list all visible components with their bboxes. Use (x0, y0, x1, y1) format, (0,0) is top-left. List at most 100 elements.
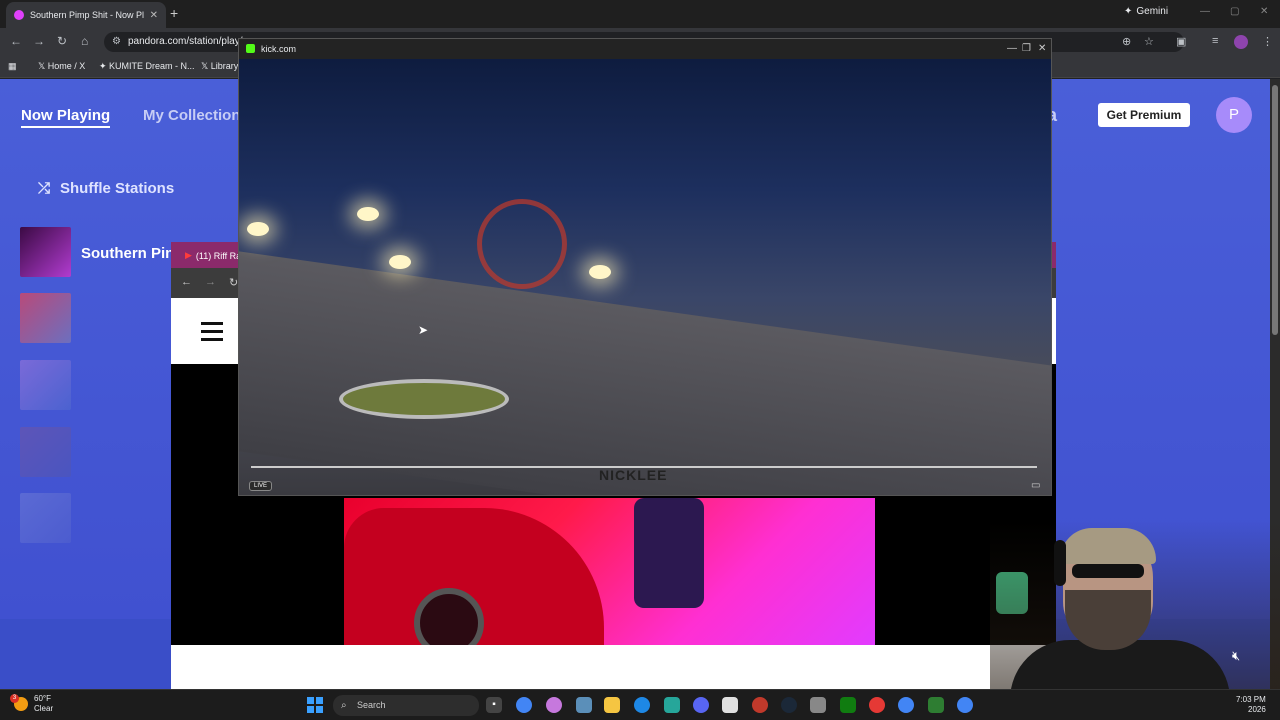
video-frame-person (634, 498, 704, 608)
shuffle-stations-label: Shuffle Stations (60, 180, 175, 197)
file-explorer-icon[interactable] (604, 697, 620, 713)
streamer-cap (1060, 528, 1156, 564)
nav-now-playing[interactable]: Now Playing (21, 107, 111, 128)
new-tab-button[interactable]: + (170, 5, 178, 21)
gemini-label: Gemini (1136, 6, 1169, 17)
station-thumbnail[interactable] (20, 227, 71, 277)
kick-stream-video[interactable]: ➤ NICKLEE LIVE ▭ (239, 59, 1051, 495)
weather-badge: 3 (10, 694, 19, 703)
youtube-below-video (171, 645, 1056, 689)
snipping-tool-icon[interactable] (722, 697, 738, 713)
maximize-icon[interactable]: ▢ (1230, 6, 1239, 17)
bookmark-x-home[interactable]: 𝕏 Home / X (38, 61, 85, 72)
hamburger-menu-icon[interactable] (201, 322, 223, 341)
url-text: pandora.com/station/play/ (128, 36, 243, 47)
media-icon[interactable]: ≡ (1212, 35, 1218, 47)
nav-my-collection[interactable]: My Collection (143, 107, 241, 124)
kick-title: kick.com (261, 44, 297, 54)
station-thumbnail[interactable] (20, 493, 71, 543)
browser-tab-bar: Southern Pimp Shit - Now Playi ✕ + ✦ Gem… (0, 0, 1280, 28)
search-icon: ⌕ (341, 700, 347, 711)
forward-arrow-icon[interactable]: → (33, 34, 45, 48)
notepad-icon[interactable] (664, 697, 680, 713)
taskbar-clock[interactable]: 7:03 PM 2026 (1236, 695, 1266, 715)
app-icon[interactable] (576, 697, 592, 713)
reload-icon[interactable]: ↻ (229, 276, 238, 289)
close-window-icon[interactable]: ✕ (1260, 6, 1268, 17)
taskbar-search[interactable]: ⌕ Search (333, 695, 479, 716)
station-name[interactable]: Southern Pin (81, 245, 174, 262)
get-premium-button[interactable]: Get Premium (1098, 103, 1190, 127)
scrollbar-thumb[interactable] (1272, 85, 1278, 335)
video-sculpture (477, 199, 567, 289)
home-icon[interactable]: ⌂ (81, 34, 88, 48)
video-road (239, 248, 1051, 495)
chrome-icon[interactable] (957, 697, 973, 713)
task-view-icon[interactable]: ▪ (486, 697, 502, 713)
copilot-icon[interactable] (546, 697, 562, 713)
youtube-icon: ▶ (185, 250, 192, 260)
chrome-icon[interactable] (516, 697, 532, 713)
app-icon[interactable] (869, 697, 885, 713)
station-thumbnail[interactable] (20, 427, 71, 477)
discord-icon[interactable] (693, 697, 709, 713)
back-arrow-icon[interactable]: ← (10, 34, 22, 48)
windows-icon[interactable] (307, 697, 323, 713)
live-badge: LIVE (249, 481, 273, 491)
close-icon[interactable]: ✕ (1038, 43, 1046, 54)
minimize-icon[interactable]: — (1007, 43, 1017, 54)
video-lamp (357, 207, 379, 221)
star-icon[interactable]: ☆ (1144, 35, 1154, 48)
kick-popup-window: kick.com — ❐ ✕ ➤ NICKLEE LIVE ▭ (238, 38, 1052, 496)
theater-mode-icon[interactable]: ▭ (1031, 480, 1040, 491)
terminal-icon[interactable] (928, 697, 944, 713)
edge-icon[interactable] (634, 697, 650, 713)
forward-arrow-icon[interactable]: → (205, 276, 216, 288)
sparkle-icon: ✦ (1124, 6, 1133, 17)
back-arrow-icon[interactable]: ← (181, 276, 192, 288)
tab-title: Southern Pimp Shit - Now Playi (30, 10, 144, 20)
weather-temperature: 60°F (34, 694, 51, 703)
video-lamp (589, 265, 611, 279)
streamer-sunglasses (1072, 564, 1144, 578)
bookmark-library[interactable]: 𝕏 Library (201, 61, 238, 72)
extensions-icon[interactable]: ▣ (1176, 35, 1186, 48)
streamer-headset (1054, 540, 1066, 586)
youtube-tab-title: (11) Riff Ra (195, 250, 242, 261)
shuffle-stations-button[interactable]: ⤮ Shuffle Stations (38, 180, 174, 197)
profile-avatar[interactable] (1234, 35, 1248, 49)
site-info-icon[interactable]: ⚙ (112, 32, 121, 52)
video-lamp (389, 255, 411, 269)
app-icon[interactable] (752, 697, 768, 713)
video-lamp (247, 222, 269, 236)
clock-time: 7:03 PM (1236, 695, 1266, 704)
kick-title-bar: kick.com — ❐ ✕ (239, 39, 1051, 59)
zoom-icon[interactable]: ⊕ (1122, 35, 1131, 48)
station-thumbnail[interactable] (20, 293, 71, 343)
youtube-video-player[interactable] (344, 498, 875, 645)
minimize-icon[interactable]: — (1200, 6, 1210, 17)
pandora-favicon-icon (14, 10, 24, 20)
tab-pandora[interactable]: Southern Pimp Shit - Now Playi ✕ (6, 2, 166, 28)
search-placeholder: Search (357, 700, 386, 710)
close-tab-icon[interactable]: ✕ (150, 10, 158, 21)
maximize-icon[interactable]: ❐ (1022, 43, 1031, 54)
video-island (339, 379, 509, 419)
weather-widget[interactable]: 3 60°F Clear (10, 694, 53, 714)
reload-icon[interactable]: ↻ (57, 34, 67, 48)
xbox-icon[interactable] (840, 697, 856, 713)
mute-icon[interactable]: 🔇︎ (1232, 648, 1240, 664)
steam-icon[interactable] (781, 697, 797, 713)
kick-logo-icon (246, 44, 255, 53)
gemini-button[interactable]: ✦ Gemini (1124, 6, 1168, 17)
windows-taskbar: 3 60°F Clear ⌕ Search ▪ 7:03 PM 2026 (0, 689, 1280, 720)
clock-date: 2026 (1248, 705, 1266, 714)
chrome-icon[interactable] (898, 697, 914, 713)
apps-grid-icon[interactable]: ▦ (8, 61, 17, 72)
user-avatar[interactable]: P (1216, 97, 1252, 133)
bookmark-kumite[interactable]: ✦ KUMITE Dream - N... (99, 61, 195, 72)
app-icon[interactable] (810, 697, 826, 713)
mouse-cursor-icon: ➤ (418, 323, 429, 337)
station-thumbnail[interactable] (20, 360, 71, 410)
menu-kebab-icon[interactable]: ⋮ (1262, 35, 1273, 48)
